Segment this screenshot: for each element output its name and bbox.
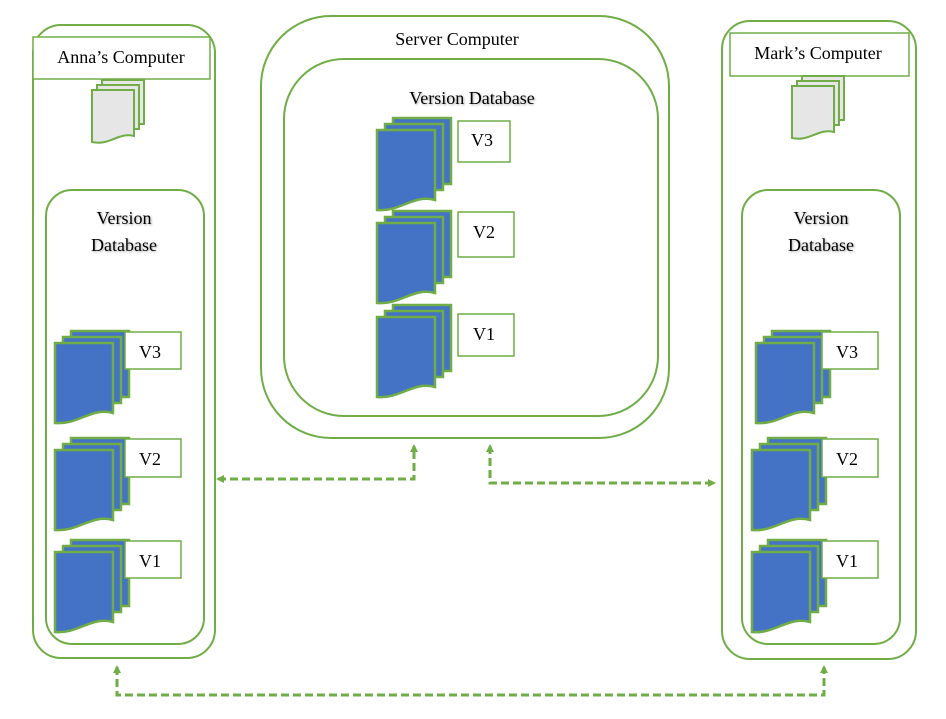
- server-computer-label: Server Computer: [395, 29, 518, 49]
- connector-server-mark: [486, 444, 716, 487]
- server-version-label: V1: [473, 324, 495, 344]
- server-version-label: V2: [473, 222, 495, 242]
- connector-anna-mark: [113, 665, 828, 697]
- left-version-label: V3: [139, 342, 161, 362]
- right-version-label: V3: [836, 342, 858, 362]
- left-version-label: V1: [139, 551, 161, 571]
- right-version-label: V1: [836, 551, 858, 571]
- connector-anna-server: [216, 444, 418, 483]
- server-version-label: V3: [471, 130, 493, 150]
- server-computer: Server Computer Version Database V3 V2 V…: [260, 15, 670, 439]
- right-database-title-line2: Database: [788, 235, 854, 255]
- left-database-title-line1: Version: [97, 208, 152, 228]
- right-computer-label: Mark’s Computer: [754, 43, 882, 63]
- left-version-label: V2: [139, 449, 161, 469]
- diagram-canvas: Anna’s Computer Version Database V3 V2 V…: [32, 15, 917, 697]
- left-database-title-line2: Database: [91, 235, 157, 255]
- left-computer: Anna’s Computer Version Database V3 V2 V…: [32, 24, 216, 659]
- right-version-label: V2: [836, 449, 858, 469]
- left-computer-label: Anna’s Computer: [57, 47, 185, 67]
- connections: [113, 444, 828, 697]
- right-computer: Mark’s Computer Version Database V3 V2 V…: [721, 20, 917, 660]
- server-database-title: Version Database: [409, 88, 534, 108]
- right-database-title-line1: Version: [794, 208, 849, 228]
